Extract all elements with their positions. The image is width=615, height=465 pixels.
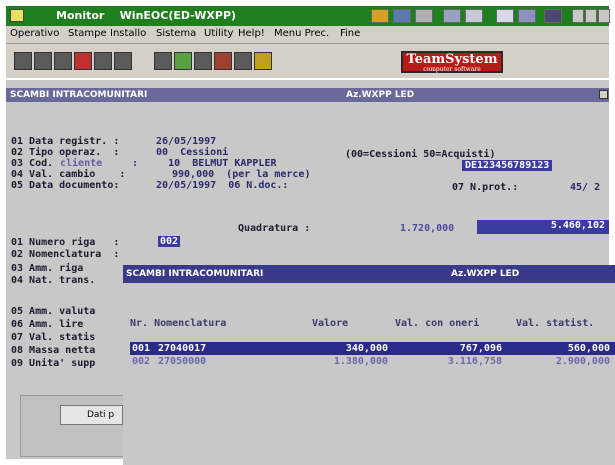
- menu-item-menu-prec[interactable]: Menu Prec.: [274, 28, 329, 39]
- table-row[interactable]: 002 27050000 1.380,000 3.116,758 2.900,0…: [130, 356, 613, 368]
- taskbar-shortcut-icon[interactable]: [371, 9, 389, 23]
- numero-riga-label: 01 Numero riga :: [11, 237, 120, 248]
- unita-supp-label: 09 Unita' supp: [11, 358, 96, 369]
- grid-icon[interactable]: [518, 9, 536, 23]
- window-title: Monitor WinEOC(ED-WXPP): [56, 9, 237, 22]
- toolbar: TeamSystem computer software: [6, 44, 609, 78]
- window-title-bar: Monitor WinEOC(ED-WXPP): [6, 6, 610, 26]
- menu-item-installo[interactable]: Installo: [110, 28, 146, 39]
- panel-close-icon[interactable]: [599, 90, 608, 99]
- menu-item-operativo[interactable]: Operativo: [10, 28, 59, 39]
- main-panel-header: SCAMBI INTRACOMUNITARI Az.WXPP LED: [6, 88, 609, 102]
- data-registr-value[interactable]: 26/05/1997: [156, 136, 216, 147]
- menu-item-utility[interactable]: Utility: [204, 28, 233, 39]
- menu-item-help[interactable]: Help!: [238, 28, 265, 39]
- tipo-operaz-label: 02 Tipo operaz. :: [11, 147, 120, 158]
- column-header-nomenclatura: Nr. Nomenclatura: [130, 318, 227, 329]
- column-header-val-statist: Val. statist.: [516, 318, 595, 329]
- page-icon[interactable]: [54, 52, 72, 70]
- calendar-icon[interactable]: [415, 9, 433, 23]
- minimize-icon[interactable]: [572, 9, 584, 23]
- data-documento-label: 05 Data documento:: [11, 180, 120, 191]
- popup-company-label: Az.WXPP LED: [451, 269, 520, 279]
- book-icon[interactable]: [214, 52, 232, 70]
- row-valore: 1.380,000: [333, 356, 388, 367]
- row-val-statist: 2.900,000: [555, 356, 610, 367]
- tipo-operaz-hint: (00=Cessioni 50=Acquisti): [345, 149, 496, 160]
- network-icon[interactable]: [544, 9, 562, 23]
- tipo-operaz-value[interactable]: 00 Cessioni: [156, 147, 228, 158]
- window-icon[interactable]: [496, 9, 514, 23]
- popup-title: SCAMBI INTRACOMUNITARI: [126, 269, 264, 279]
- calc-icon[interactable]: [234, 52, 252, 70]
- amm-lire-label: 06 Amm. lire: [11, 319, 84, 330]
- folder-icon[interactable]: [393, 9, 411, 23]
- help-icon[interactable]: [254, 52, 272, 70]
- menu-item-fine[interactable]: Fine: [340, 28, 360, 39]
- cod-cliente-value[interactable]: : 10 BELMUT KAPPLER: [132, 158, 277, 169]
- quadratura-label: Quadratura :: [238, 223, 311, 234]
- menu-item-stampe[interactable]: Stampe: [68, 28, 107, 39]
- row-valore: 340,000: [345, 343, 388, 354]
- dati-button[interactable]: Dati p: [60, 405, 123, 425]
- nprot-label: 07 N.prot.:: [452, 182, 519, 193]
- cod-cliente-label: 03 Cod.: [11, 158, 54, 169]
- menu-bar: Operativo Stampe Installo Sistema Utilit…: [6, 26, 609, 44]
- table-row[interactable]: 001 27040017 340,000 767,096 560,000: [130, 343, 613, 355]
- row-val-oneri: 3.116,758: [447, 356, 502, 367]
- massa-netta-label: 08 Massa netta: [11, 345, 96, 356]
- amm-valuta-label: 05 Amm. valuta: [11, 306, 96, 317]
- menu-item-sistema[interactable]: Sistema: [156, 28, 196, 39]
- teamsystem-logo: TeamSystem computer software: [401, 51, 503, 73]
- save-icon[interactable]: [94, 52, 112, 70]
- nprot-value[interactable]: 45/ 2: [570, 182, 600, 193]
- nat-trans-label: 04 Nat. trans.: [11, 275, 96, 286]
- amm-riga-label: 03 Amm. riga: [11, 263, 84, 274]
- row-nr: 002: [132, 356, 151, 367]
- val-cambio-label: 04 Val. cambio :: [11, 169, 126, 180]
- tools-icon[interactable]: [194, 52, 212, 70]
- stop-icon[interactable]: [74, 52, 92, 70]
- run-icon[interactable]: [174, 52, 192, 70]
- data-documento-value[interactable]: 20/05/1997 06 N.doc.:: [156, 180, 288, 191]
- row-val-statist: 560,000: [567, 343, 610, 354]
- copy-icon[interactable]: [34, 52, 52, 70]
- cod-cliente-label-link: cliente: [60, 158, 103, 169]
- val-cambio-value[interactable]: 990,000 (per la merce): [172, 169, 310, 180]
- print-icon[interactable]: [14, 52, 32, 70]
- column-header-valore: Valore: [312, 318, 349, 329]
- nomenclatura-label: 02 Nomenclatura :: [11, 249, 120, 260]
- val-statis-label: 07 Val. statis: [11, 332, 96, 343]
- company-label: Az.WXPP LED: [346, 90, 415, 100]
- partita-iva-field[interactable]: DE123456789123: [462, 160, 553, 171]
- numero-riga-value[interactable]: 002: [158, 236, 181, 247]
- row-nomenclatura: 27050000: [158, 356, 207, 367]
- quadratura-value-2: 5.460,102: [477, 220, 609, 234]
- maximize-icon[interactable]: [585, 9, 597, 23]
- document-icon[interactable]: [465, 9, 483, 23]
- column-header-val-oneri: Val. con oneri: [395, 318, 480, 329]
- row-nomenclatura: 27040017: [158, 343, 207, 354]
- popup-header: SCAMBI INTRACOMUNITARI Az.WXPP LED: [123, 265, 615, 283]
- app-icon: [10, 9, 24, 22]
- close-icon[interactable]: [598, 9, 610, 23]
- disk-icon[interactable]: [114, 52, 132, 70]
- chart-icon[interactable]: [443, 9, 461, 23]
- back-icon[interactable]: [154, 52, 172, 70]
- row-nr: 001: [132, 343, 151, 354]
- row-val-oneri: 767,096: [459, 343, 502, 354]
- data-registr-label: 01 Data registr. :: [11, 136, 120, 147]
- quadratura-value-1: 1.720,000: [400, 223, 455, 234]
- panel-title: SCAMBI INTRACOMUNITARI: [10, 90, 148, 100]
